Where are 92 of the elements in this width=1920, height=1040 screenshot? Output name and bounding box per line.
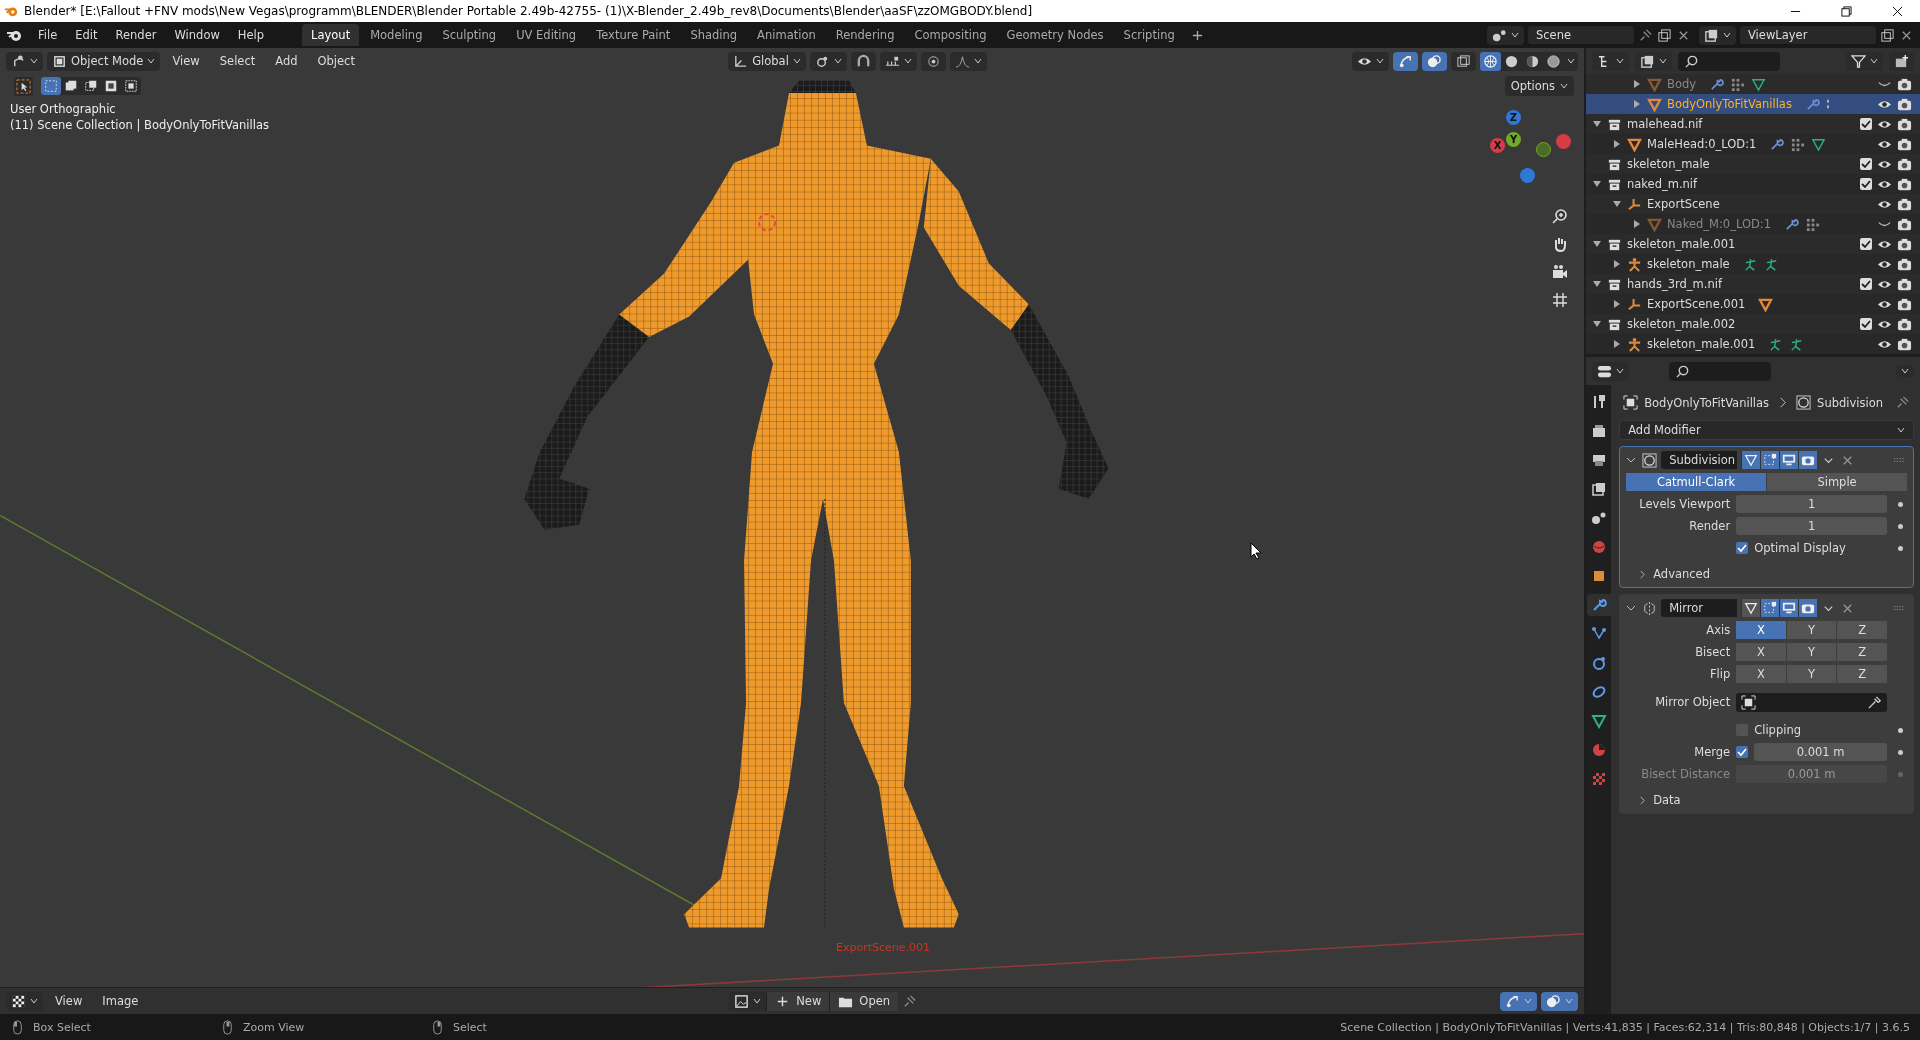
outliner-row[interactable]: Naked_M:0_LOD:1 <box>1586 214 1920 234</box>
outliner-row[interactable]: skeleton_male <box>1586 254 1920 274</box>
menu-item[interactable]: Select <box>211 51 264 71</box>
menu-item[interactable]: File <box>30 25 66 45</box>
collection-name: skeleton_male.001 <box>1627 237 1736 251</box>
workspace-tab[interactable]: Sculpting <box>433 24 506 46</box>
outliner-item-name: Naked_M:0_LOD:1 <box>1667 217 1771 231</box>
object-name: BodyOnlyToFitVanillas <box>1644 395 1770 410</box>
orientation-dropdown[interactable]: Global <box>728 51 806 71</box>
option-button[interactable]: Z <box>1837 621 1887 639</box>
collection-name: naked_m.nif <box>1627 177 1698 191</box>
menu-item[interactable]: Edit <box>67 25 106 45</box>
outliner-item-name: BodyOnlyToFitVanillas <box>1667 97 1792 111</box>
option-button[interactable]: Y <box>1786 643 1837 661</box>
collection-name: skeleton_male <box>1627 157 1710 171</box>
outliner-item-name: ExportScene <box>1647 197 1720 211</box>
outliner-item-name: Body <box>1667 77 1697 91</box>
property-label: Render <box>1688 518 1731 534</box>
number-field[interactable]: 1 <box>1736 517 1887 535</box>
workspace-tab[interactable]: Compositing <box>905 24 996 46</box>
scene-statistics: Scene Collection | BodyOnlyToFitVanillas | Verts:41,835 | Faces:62,314 | Tris:80,848 | Objects:1/7 | 3.6.5 <box>1340 1020 1910 1034</box>
axis-ball[interactable]: X <box>1490 138 1505 153</box>
workspace-tab[interactable]: Shading <box>681 24 747 46</box>
option-button[interactable]: Simple <box>1767 473 1907 491</box>
add-modifier-dropdown[interactable]: Add Modifier <box>1619 420 1914 440</box>
property-label: Flip <box>1708 666 1731 682</box>
menu-item[interactable]: Render <box>107 25 165 45</box>
property-label: Levels Viewport <box>1638 496 1731 512</box>
collection-name: hands_3rd_m.nif <box>1627 277 1722 291</box>
option-button[interactable]: Y <box>1786 621 1837 639</box>
mode-dropdown[interactable]: Object Mode <box>47 51 161 71</box>
property-label: Bisect <box>1694 644 1731 660</box>
property-label: Merge <box>1693 744 1731 760</box>
menu-item[interactable]: Add <box>267 51 306 71</box>
modifier-name-field[interactable]: Mirror <box>1661 599 1738 617</box>
option-button[interactable]: Catmull-Clark <box>1626 473 1767 491</box>
menu-item[interactable]: View <box>47 991 91 1011</box>
modifier-name: Subdivision <box>1817 395 1883 410</box>
outliner-row[interactable]: BodyOnlyToFitVanillas <box>1586 94 1920 114</box>
collection-info: (11) Scene Collection | BodyOnlyToFitVanillas <box>10 118 269 132</box>
axis-ball[interactable]: Y <box>1506 132 1521 147</box>
menu-item[interactable]: Image <box>94 991 147 1011</box>
menu-item[interactable]: Help <box>229 25 273 45</box>
view-name: User Orthographic <box>10 102 116 116</box>
option-button[interactable]: Z <box>1837 643 1887 661</box>
workspace-tab[interactable]: Texture Paint <box>587 24 680 46</box>
status-hint: Box Select <box>33 1020 91 1034</box>
options-dropdown[interactable]: Options <box>1504 76 1574 96</box>
checkbox-label: Clipping <box>1754 723 1801 737</box>
option-button[interactable]: X <box>1736 621 1786 639</box>
subpanel-header[interactable]: Advanced <box>1626 561 1907 583</box>
option-button[interactable]: Z <box>1837 665 1887 683</box>
outliner-row[interactable]: naked_m.nif <box>1586 174 1920 194</box>
workspace-tab[interactable]: Modeling <box>361 24 432 46</box>
workspace-tab[interactable]: UV Editing <box>507 24 586 46</box>
number-field[interactable]: 0.001 m <box>1754 743 1887 761</box>
axis-ball[interactable]: Z <box>1506 110 1521 125</box>
outliner-item-name: skeleton_male <box>1647 257 1730 271</box>
option-button[interactable]: X <box>1736 665 1786 683</box>
outliner-item-name: ExportScene.001 <box>1647 297 1746 311</box>
workspace-tab[interactable]: Animation <box>748 24 825 46</box>
view-layer-name-field[interactable]: ViewLayer <box>1740 26 1876 44</box>
menu-item[interactable]: Window <box>166 25 228 45</box>
menu-item[interactable]: View <box>164 51 208 71</box>
workspace-tab[interactable]: Geometry Nodes <box>997 24 1113 46</box>
property-label: Bisect Distance <box>1640 766 1731 782</box>
outliner-row[interactable]: MaleHead:0_LOD:1 <box>1586 134 1920 154</box>
number-field[interactable]: 1 <box>1736 495 1887 513</box>
workspace-tab[interactable]: Layout <box>302 24 360 46</box>
new-image-button[interactable]: New <box>766 991 830 1011</box>
open-image-button[interactable]: Open <box>829 991 899 1011</box>
modifier-name-field[interactable]: Subdivision <box>1661 451 1738 469</box>
object-label: ExportScene.001 <box>836 941 931 954</box>
outliner-item-name: MaleHead:0_LOD:1 <box>1647 137 1757 151</box>
option-button[interactable]: X <box>1736 643 1786 661</box>
outliner-item-name: skeleton_male.001 <box>1647 337 1756 351</box>
workspace-tab[interactable]: Scripting <box>1114 24 1184 46</box>
checkbox-label: Optimal Display <box>1754 541 1846 555</box>
option-button[interactable]: Y <box>1786 665 1837 683</box>
status-hint: Select <box>453 1020 487 1034</box>
window-title: Blender* [E:\Fallout +FNV mods\New Vegas\programm\BLENDER\Blender Portable 2.49b-42755- (1)\X-Blender_2.49b_rev8\Documents\Blender\aaSF\zzOMGBODY.blend] <box>24 4 1033 18</box>
scene-name-field[interactable]: Scene <box>1528 26 1634 44</box>
workspace-tab[interactable]: Rendering <box>826 24 904 46</box>
property-label: Axis <box>1705 622 1731 638</box>
collection-name: malehead.nif <box>1627 117 1703 131</box>
property-label: Mirror Object <box>1654 694 1731 710</box>
status-hint: Zoom View <box>243 1020 305 1034</box>
outliner-row[interactable]: skeleton_male.001 <box>1586 334 1920 354</box>
subpanel-header[interactable]: Data <box>1626 787 1907 809</box>
menu-item[interactable]: Object <box>309 51 363 71</box>
outliner-row[interactable]: ExportScene.001 <box>1586 294 1920 314</box>
collection-name: skeleton_male.002 <box>1627 317 1736 331</box>
